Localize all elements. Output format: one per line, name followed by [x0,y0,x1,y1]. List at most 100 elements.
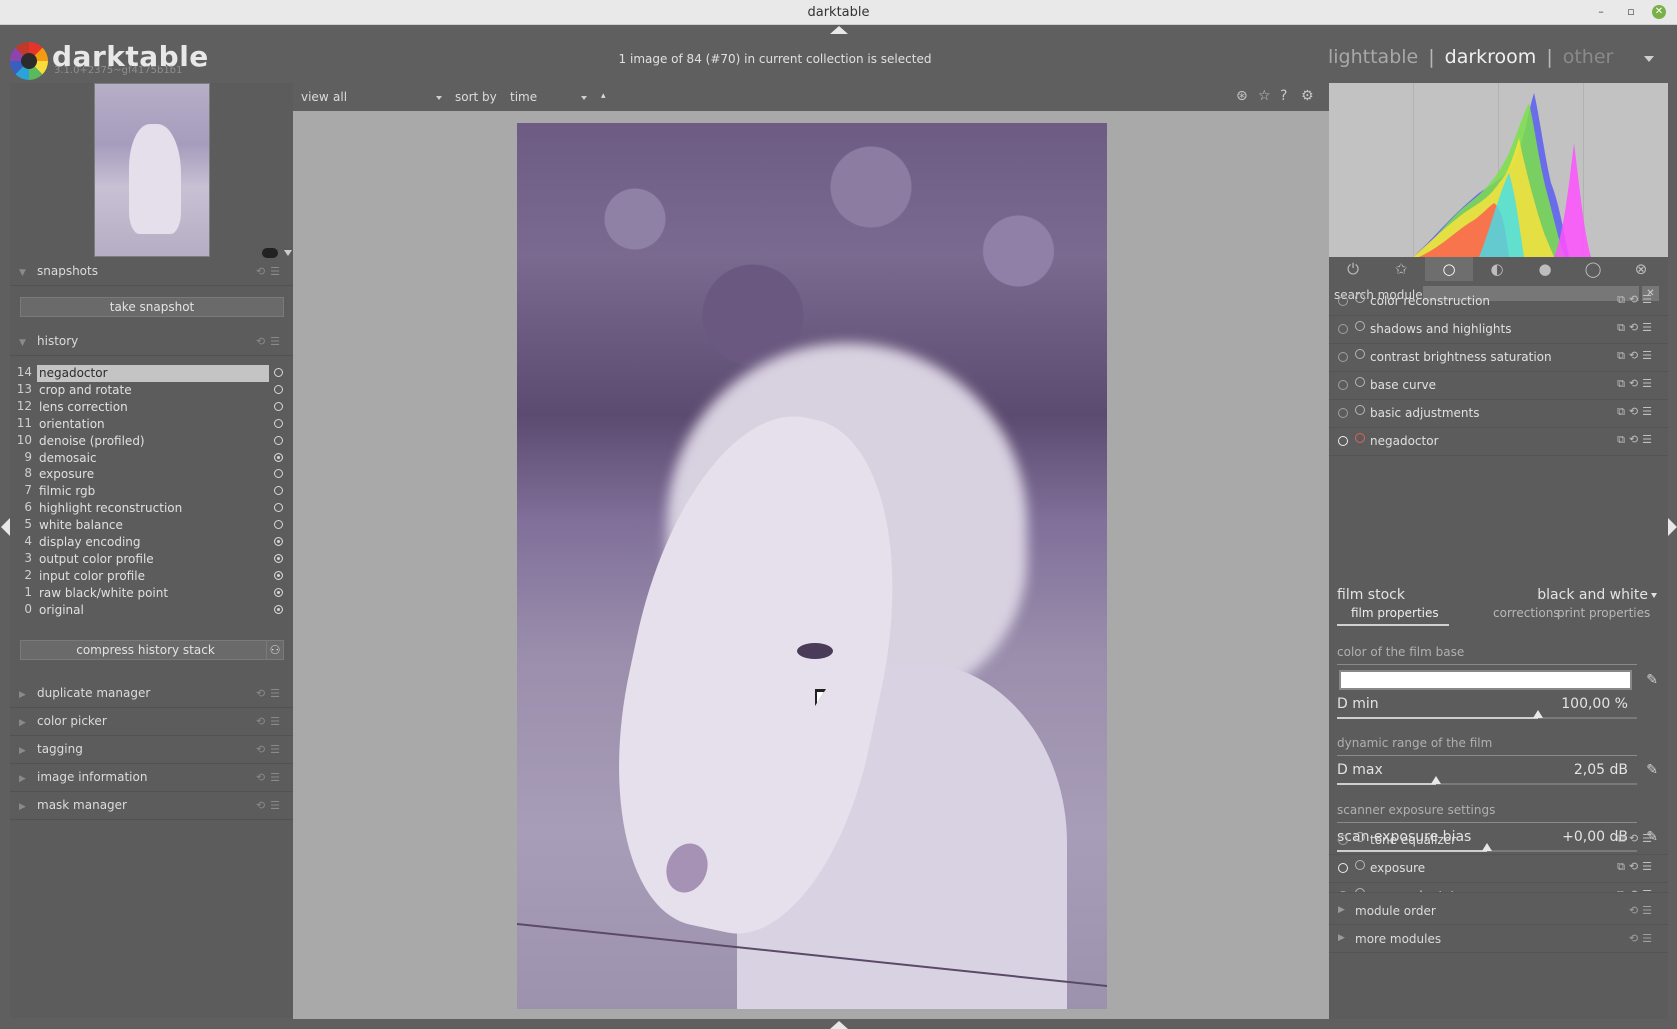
history-item[interactable]: 3 output color profile [16,551,286,569]
module-action-icons[interactable]: ⧉⟲☰ [1617,377,1656,391]
negadoctor-header[interactable]: negadoctor ⧉⟲☰ [1329,426,1668,456]
power-icon[interactable] [1338,324,1348,334]
view-other[interactable]: other [1563,46,1614,68]
minimize-button[interactable]: – [1594,5,1608,19]
views-dropdown-icon[interactable] [1644,56,1654,62]
view-filter-select[interactable]: all [333,90,347,104]
close-button[interactable]: ✕ [1652,5,1666,19]
correction-modules-tab-icon[interactable]: ◯ [1569,257,1617,281]
module-action-icons[interactable]: ⧉⟲☰ [1617,349,1656,363]
zoom-badge-icon[interactable] [262,248,278,258]
module-preset-icons[interactable]: ⟲☰ [256,335,285,348]
power-icon[interactable] [1338,891,1348,892]
history-item[interactable]: 13 crop and rotate [16,382,286,400]
module-preset-icons[interactable]: ⟲☰ [256,799,285,812]
collapse-right-panel-icon[interactable] [1668,518,1677,536]
snapshots-header[interactable]: ▼ snapshots ⟲☰ [10,258,293,286]
collapsed-module-header[interactable]: ▶ tagging ⟲☰ [10,736,293,764]
module-action-icons[interactable]: ⧉⟲☰ [1617,888,1656,892]
history-item[interactable]: 11 orientation [16,416,286,434]
power-icon[interactable] [1338,835,1348,845]
dmin-slider-handle[interactable] [1533,710,1543,718]
tab-corrections[interactable]: corrections [1493,606,1560,620]
module-header[interactable]: crop and rotate ⧉⟲☰ [1329,881,1668,893]
module-header[interactable]: basic adjustments ⧉⟲☰ [1329,398,1668,428]
base-modules-tab-icon[interactable]: ○ [1425,257,1473,281]
module-action-icons[interactable]: ⧉⟲☰ [1617,293,1656,307]
history-item[interactable]: 2 input color profile [16,568,286,586]
history-header[interactable]: ▼ history ⟲☰ [10,328,293,356]
take-snapshot-button[interactable]: take snapshot [20,297,284,317]
module-preset-icons[interactable]: ⟲☰ [256,743,285,756]
maximize-button[interactable]: ▫ [1624,5,1638,19]
sort-direction-icon[interactable]: ▴ [601,91,606,101]
module-header[interactable]: base curve ⧉⟲☰ [1329,370,1668,400]
history-item[interactable]: 8 exposure [16,466,286,484]
film-stock-dropdown-icon[interactable] [1651,593,1657,598]
dmax-slider-handle[interactable] [1431,776,1441,784]
module-header[interactable]: shadows and highlights ⧉⟲☰ [1329,314,1668,344]
history-item[interactable]: 6 highlight reconstruction [16,500,286,518]
navigation-thumbnail[interactable] [94,83,210,257]
history-item[interactable]: 10 denoise (profiled) [16,433,286,451]
module-preset-icons[interactable]: ⟲☰ [256,715,285,728]
history-item[interactable]: 7 filmic rgb [16,483,286,501]
active-modules-tab-icon[interactable]: ⏻ [1329,257,1377,281]
power-on-icon[interactable] [1338,436,1348,446]
collapsed-module-header[interactable]: ▶ color picker ⟲☰ [10,708,293,736]
film-stock-select[interactable]: black and white [1537,587,1648,603]
tone-modules-tab-icon[interactable]: ◐ [1473,257,1521,281]
module-action-icons[interactable]: ⟲☰ [1629,904,1656,917]
zoom-dropdown-icon[interactable] [284,250,292,256]
collapse-top-panel-icon[interactable] [830,26,848,34]
collapsed-module-header[interactable]: ▶ mask manager ⟲☰ [10,792,293,820]
sort-dropdown-icon[interactable] [581,96,587,100]
history-item[interactable]: 5 white balance [16,517,286,535]
collapse-left-panel-icon[interactable] [1,518,10,536]
history-item[interactable]: 14 negadoctor [16,365,286,383]
image-canvas[interactable] [293,111,1329,1019]
film-base-picker-icon[interactable]: ✎ [1646,672,1658,688]
collapsed-module-header[interactable]: ▶ module order ⟲☰ [1329,897,1668,925]
module-header[interactable]: color reconstruction ⧉⟲☰ [1329,286,1668,316]
view-lighttable[interactable]: lighttable [1328,46,1418,68]
dmax-picker-icon[interactable]: ✎ [1646,762,1658,778]
history-item[interactable]: 0 original [16,602,286,620]
module-action-icons[interactable]: ⧉⟲☰ [1617,321,1656,335]
module-header[interactable]: contrast brightness saturation ⧉⟲☰ [1329,342,1668,372]
tab-film-properties[interactable]: film properties [1351,606,1439,620]
view-filter-dropdown-icon[interactable] [436,96,442,100]
power-icon[interactable] [1338,408,1348,418]
sort-select[interactable]: time [510,90,537,104]
effect-modules-tab-icon[interactable]: ⊗ [1617,257,1665,281]
history-item[interactable]: 4 display encoding [16,534,286,552]
overlays-star-icon[interactable]: ☆ [1258,88,1271,104]
history-item[interactable]: 12 lens correction [16,399,286,417]
edited-photo[interactable] [517,123,1107,1009]
history-item[interactable]: 1 raw black/white point [16,585,286,603]
module-preset-icons[interactable]: ⟲☰ [256,771,285,784]
compress-history-button[interactable]: compress history stack [20,640,271,660]
module-preset-icons[interactable]: ⟲☰ [256,687,285,700]
histogram[interactable] [1329,83,1668,257]
module-action-icons[interactable]: ⧉⟲☰ [1617,405,1656,419]
color-modules-tab-icon[interactable]: ● [1521,257,1569,281]
view-darkroom[interactable]: darkroom [1445,46,1537,68]
power-icon[interactable] [1338,380,1348,390]
module-action-icons[interactable]: ⧉⟲☰ [1617,832,1656,846]
power-icon[interactable] [1338,352,1348,362]
favorites-tab-icon[interactable]: ✩ [1377,257,1425,281]
help-icon[interactable]: ? [1280,88,1287,104]
power-icon[interactable] [1338,296,1348,306]
preferences-gear-icon[interactable]: ⚙ [1301,88,1314,104]
film-base-color-swatch[interactable] [1339,670,1632,690]
module-header[interactable]: exposure ⧉⟲☰ [1329,853,1668,883]
collapse-bottom-panel-icon[interactable] [830,1021,848,1029]
collapsed-module-header[interactable]: ▶ duplicate manager ⟲☰ [10,680,293,708]
collapsed-module-header[interactable]: ▶ more modules ⟲☰ [1329,925,1668,953]
collapsed-module-header[interactable]: ▶ image information ⟲☰ [10,764,293,792]
module-header[interactable]: tone equalizer ⧉⟲☰ [1329,825,1668,855]
module-action-icons[interactable]: ⧉⟲☰ [1617,433,1656,447]
history-item[interactable]: 9 demosaic [16,450,286,468]
module-action-icons[interactable]: ⧉⟲☰ [1617,860,1656,874]
